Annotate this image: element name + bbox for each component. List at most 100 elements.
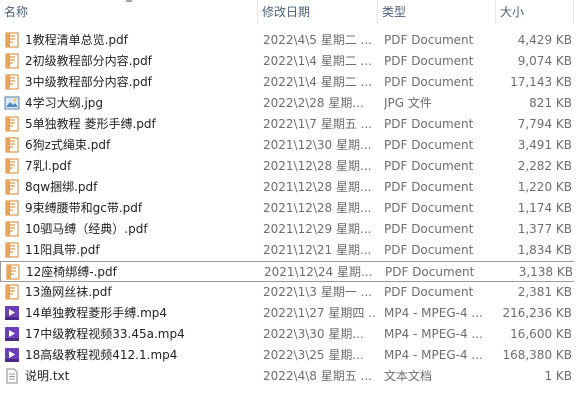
pdf-icon xyxy=(4,32,20,48)
file-name-cell[interactable]: 9束缚腰带和gc带.pdf xyxy=(4,198,256,219)
pdf-icon xyxy=(4,242,20,258)
file-date: 2021\12\28 星期... xyxy=(263,159,372,173)
file-type: MP4 - MPEG-4 ... xyxy=(384,306,483,320)
file-date: 2021\12\28 星期... xyxy=(263,180,372,194)
file-row[interactable]: 6狗z式绳束.pdf 2021\12\30 星期... PDF Document 3,… xyxy=(0,135,584,156)
file-name: 5单独教程 菱形手缚.pdf xyxy=(25,117,156,131)
file-size: 7,794 KB xyxy=(517,117,572,131)
file-row[interactable]: 9束缚腰带和gc带.pdf 2021\12\28 星期... PDF Documen… xyxy=(0,198,584,219)
file-name-cell[interactable]: 8qw捆绑.pdf xyxy=(4,177,256,198)
file-size: 4,429 KB xyxy=(517,33,572,47)
file-name-cell[interactable]: 14单独教程菱形手缚.mp4 xyxy=(4,303,256,324)
file-type: PDF Document xyxy=(384,33,474,47)
pdf-icon xyxy=(4,158,20,174)
file-name: 11阳具带.pdf xyxy=(25,243,100,257)
column-header-name[interactable]: 名称 xyxy=(0,0,258,24)
file-name-cell[interactable]: 4学习大纲.jpg xyxy=(4,93,256,114)
file-name-cell[interactable]: 说明.txt xyxy=(4,366,256,387)
file-row[interactable]: 17中级教程视频33.45a.mp4 2022\3\30 星期... MP4 - M… xyxy=(0,324,584,345)
file-name-cell[interactable]: 1教程清单总览.pdf xyxy=(4,30,256,51)
image-icon xyxy=(4,95,20,111)
column-header-type-label: 类型 xyxy=(382,5,407,19)
file-size: 1,834 KB xyxy=(517,243,572,257)
file-row[interactable]: 7乳l.pdf 2021\12\28 星期... PDF Document 2,282… xyxy=(0,156,584,177)
file-name-cell[interactable]: 17中级教程视频33.45a.mp4 xyxy=(4,324,256,345)
file-date: 2021\12\28 星期... xyxy=(263,201,372,215)
file-row[interactable]: 3中级教程部分内容.pdf 2022\1\4 星期二 ... PDF Documen… xyxy=(0,72,584,93)
file-row[interactable]: 13渔网丝袜.pdf 2022\1\3 星期一 ... PDF Document 2,… xyxy=(0,282,584,303)
file-row[interactable]: 1教程清单总览.pdf 2022\4\5 星期二 ... PDF Document 4… xyxy=(0,30,584,51)
file-type: PDF Document xyxy=(384,222,474,236)
file-date: 2022\3\30 星期... xyxy=(263,327,364,341)
file-size: 9,074 KB xyxy=(517,54,572,68)
file-date: 2022\1\4 星期二 ... xyxy=(263,75,372,89)
video-icon xyxy=(4,347,20,363)
file-name-cell[interactable]: 12座椅绑缚-.pdf xyxy=(5,262,257,283)
file-name-cell[interactable]: 7乳l.pdf xyxy=(4,156,256,177)
file-name-cell[interactable]: 11阳具带.pdf xyxy=(4,240,256,261)
pdf-icon xyxy=(4,53,20,69)
file-name-cell[interactable]: 18高级教程视频412.1.mp4 xyxy=(4,345,256,366)
file-size: 2,381 KB xyxy=(517,285,572,299)
file-name: 8qw捆绑.pdf xyxy=(25,180,98,194)
video-icon xyxy=(4,326,20,342)
file-name: 7乳l.pdf xyxy=(25,159,72,173)
file-size: 216,236 KB xyxy=(502,306,572,320)
column-header-date-label: 修改日期 xyxy=(262,5,311,19)
file-size: 3,491 KB xyxy=(517,138,572,152)
file-name-cell[interactable]: 10驷马缚（经典）.pdf xyxy=(4,219,256,240)
file-row[interactable]: 2初级教程部分内容.pdf 2022\1\4 星期二 ... PDF Documen… xyxy=(0,51,584,72)
pdf-icon xyxy=(5,264,21,280)
file-type: PDF Document xyxy=(384,159,474,173)
file-type: MP4 - MPEG-4 ... xyxy=(384,348,483,362)
pdf-icon xyxy=(4,200,20,216)
file-name: 14单独教程菱形手缚.mp4 xyxy=(25,306,168,320)
file-name: 10驷马缚（经典）.pdf xyxy=(25,222,148,236)
file-size: 1,220 KB xyxy=(517,180,572,194)
file-type: PDF Document xyxy=(384,243,474,257)
file-size: 821 KB xyxy=(529,96,572,110)
file-name: 12座椅绑缚-.pdf xyxy=(26,265,117,279)
column-header-date[interactable]: 修改日期 xyxy=(258,0,378,24)
file-name: 18高级教程视频412.1.mp4 xyxy=(25,348,178,362)
file-row[interactable]: 4学习大纲.jpg 2022\2\28 星期... JPG 文件 821 KB xyxy=(0,93,584,114)
file-date: 2022\1\3 星期一 ... xyxy=(263,285,372,299)
file-date: 2021\12\29 星期... xyxy=(263,222,372,236)
file-date: 2021\12\30 星期... xyxy=(263,138,372,152)
file-name-cell[interactable]: 13渔网丝袜.pdf xyxy=(4,282,256,303)
file-name-cell[interactable]: 3中级教程部分内容.pdf xyxy=(4,72,256,93)
file-row[interactable]: 5单独教程 菱形手缚.pdf 2022\1\7 星期五 ... PDF Docume… xyxy=(0,114,584,135)
file-date: 2022\1\4 星期二 ... xyxy=(263,54,372,68)
file-size: 1,377 KB xyxy=(517,222,572,236)
file-row[interactable]: 11阳具带.pdf 2021\12\21 星期... PDF Document 1,8… xyxy=(0,240,584,261)
file-date: 2021\12\21 星期... xyxy=(263,243,372,257)
file-name: 3中级教程部分内容.pdf xyxy=(25,75,152,89)
file-name: 17中级教程视频33.45a.mp4 xyxy=(25,327,185,341)
vertical-scrollbar[interactable] xyxy=(574,0,584,406)
file-name: 4学习大纲.jpg xyxy=(25,96,104,110)
file-name-cell[interactable]: 2初级教程部分内容.pdf xyxy=(4,51,256,72)
file-name-cell[interactable]: 6狗z式绳束.pdf xyxy=(4,135,256,156)
file-size: 3,138 KB xyxy=(518,265,573,279)
file-row[interactable]: 12座椅绑缚-.pdf 2021\12\24 星期... PDF Document 3… xyxy=(0,261,584,282)
pdf-icon xyxy=(4,284,20,300)
file-name: 说明.txt xyxy=(25,369,70,383)
file-row[interactable]: 说明.txt 2022\4\8 星期五 ... 文本文档 1 KB xyxy=(0,366,584,387)
column-header-size[interactable]: 大小 xyxy=(496,0,574,24)
file-date: 2022\2\28 星期... xyxy=(263,96,364,110)
file-size: 168,380 KB xyxy=(502,348,572,362)
file-date: 2022\4\5 星期二 ... xyxy=(263,33,372,47)
file-type: PDF Document xyxy=(384,180,474,194)
file-type: PDF Document xyxy=(384,201,474,215)
file-date: 2022\4\8 星期五 ... xyxy=(263,369,372,383)
file-size: 1 KB xyxy=(544,369,572,383)
column-header-type[interactable]: 类型 xyxy=(378,0,496,24)
column-header-size-label: 大小 xyxy=(500,5,525,19)
file-name-cell[interactable]: 5单独教程 菱形手缚.pdf xyxy=(4,114,256,135)
file-row[interactable]: 10驷马缚（经典）.pdf 2021\12\29 星期... PDF Documen… xyxy=(0,219,584,240)
file-row[interactable]: 18高级教程视频412.1.mp4 2022\3\25 星期... MP4 - MP… xyxy=(0,345,584,366)
file-row[interactable]: 8qw捆绑.pdf 2021\12\28 星期... PDF Document 1,2… xyxy=(0,177,584,198)
file-size: 16,600 KB xyxy=(510,327,572,341)
video-icon xyxy=(4,305,20,321)
file-row[interactable]: 14单独教程菱形手缚.mp4 2022\1\27 星期四 ... MP4 - MPE… xyxy=(0,303,584,324)
